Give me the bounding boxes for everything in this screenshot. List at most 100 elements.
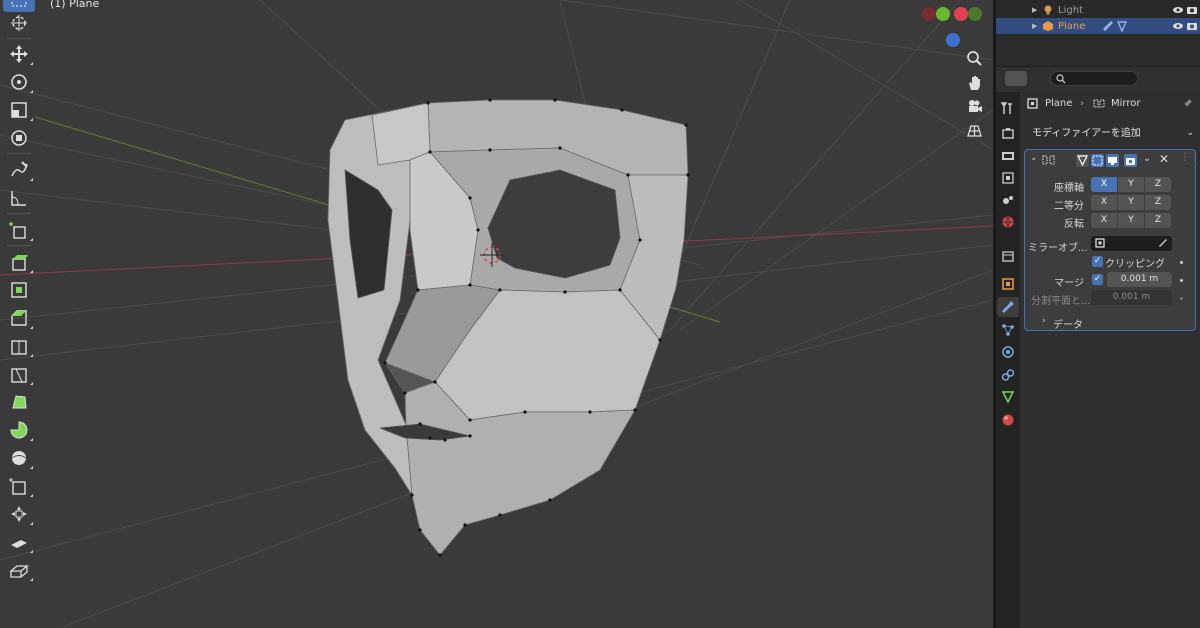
bisect-y-toggle[interactable]: Y [1118, 195, 1144, 210]
mask-mesh[interactable] [327, 98, 690, 557]
eye-icon[interactable] [1172, 20, 1184, 32]
keyframe-dot-icon[interactable] [1180, 297, 1183, 300]
pin-icon[interactable] [1182, 98, 1193, 109]
smooth-icon[interactable] [3, 445, 35, 471]
expand-icon[interactable]: ▶ [1032, 22, 1037, 30]
eyedropper-icon[interactable] [1158, 238, 1168, 248]
keyframe-dot-icon[interactable] [1180, 261, 1183, 264]
edge-slide-icon[interactable] [3, 473, 35, 499]
rip-icon[interactable] [3, 557, 35, 583]
object-info: (1) Plane [50, 0, 100, 10]
bevel-icon[interactable] [3, 305, 35, 331]
view-layer-icon[interactable] [997, 168, 1019, 188]
data-icon[interactable] [997, 387, 1019, 407]
axis-z-toggle[interactable]: Z [1145, 177, 1171, 192]
outliner-item-plane[interactable]: ▶ Plane [996, 18, 1200, 34]
transform-icon[interactable] [3, 125, 35, 151]
data-subpanel-label[interactable]: データ [1053, 316, 1083, 331]
render-camera-icon[interactable] [1186, 20, 1198, 32]
camera-icon[interactable] [962, 94, 986, 118]
outliner-item-label: Light [1058, 4, 1083, 16]
render-display-icon[interactable] [1124, 154, 1137, 167]
physics-icon[interactable] [997, 342, 1019, 362]
gizmo-x[interactable] [954, 7, 968, 21]
editor-type-button[interactable] [1005, 71, 1027, 86]
axis-x-toggle[interactable]: X [1091, 177, 1117, 192]
hand-pan-icon[interactable] [962, 70, 986, 94]
3d-viewport[interactable]: (1) Plane [0, 0, 993, 628]
measure-icon[interactable] [3, 185, 35, 211]
flip-label: 反転 [1064, 219, 1084, 230]
flip-y-toggle[interactable]: Y [1118, 213, 1144, 228]
properties-search-input[interactable] [1050, 71, 1138, 86]
collapse-chevron-icon[interactable]: ⌄ [1030, 153, 1038, 163]
cursor-icon[interactable] [3, 10, 35, 36]
modifier-icon[interactable] [997, 297, 1019, 317]
add-modifier-button[interactable]: モディファイアーを追加 ⌄ [1026, 125, 1196, 142]
merge-label: マージ [1054, 278, 1084, 289]
gizmo-neg-x[interactable] [922, 7, 936, 21]
edit-mode-icon[interactable] [1091, 154, 1104, 167]
gizmo-neg-y[interactable] [968, 7, 982, 21]
mirror-modifier-icon [1042, 155, 1055, 165]
bisect-distance-label: 分割平面と... [1031, 296, 1091, 307]
render-icon[interactable] [997, 124, 1019, 144]
loop-cut-icon[interactable] [3, 333, 35, 359]
drag-handle-icon[interactable]: ⋮⋮ [1180, 152, 1200, 163]
mesh-data-icon[interactable] [1116, 20, 1128, 32]
merge-checkbox[interactable]: ✓ [1092, 274, 1103, 285]
merge-distance-field[interactable]: 0.001 m [1107, 272, 1172, 287]
viewport-display-icon[interactable] [1106, 154, 1119, 167]
tool-icon[interactable] [997, 98, 1019, 118]
extrude-icon[interactable] [3, 249, 35, 275]
grid-ortho-icon[interactable] [962, 118, 986, 142]
bisect-z-toggle[interactable]: Z [1145, 195, 1171, 210]
add-modifier-label: モディファイアーを追加 [1032, 128, 1141, 139]
world-icon[interactable] [997, 212, 1019, 232]
axis-y-toggle[interactable]: Y [1118, 177, 1144, 192]
particles-icon[interactable] [997, 320, 1019, 340]
expand-chevron-icon[interactable]: › [1042, 316, 1046, 326]
output-icon[interactable] [997, 146, 1019, 166]
spin-icon[interactable] [3, 417, 35, 443]
material-icon[interactable] [997, 410, 1019, 430]
constraints-icon[interactable] [997, 365, 1019, 385]
clipping-label: クリッピング [1105, 259, 1165, 270]
scale-icon[interactable] [3, 97, 35, 123]
bisect-x-toggle[interactable]: X [1091, 195, 1117, 210]
object-icon[interactable] [997, 274, 1019, 294]
collection-icon[interactable] [997, 246, 1019, 266]
inset-icon[interactable] [3, 277, 35, 303]
shrink-fatten-icon[interactable] [3, 501, 35, 527]
viewport-scene[interactable] [0, 0, 993, 628]
edit-mode-cage-icon[interactable] [1076, 154, 1089, 167]
dropdown-chevron-icon[interactable]: ⌄ [1143, 153, 1151, 164]
keyframe-dot-icon[interactable] [1180, 279, 1183, 282]
mirror-object-field[interactable] [1091, 236, 1172, 251]
clipping-checkbox[interactable]: ✓ [1092, 256, 1103, 267]
outliner: ▶ Light ▶ Plane [996, 0, 1200, 36]
wrench-icon[interactable] [1102, 20, 1114, 32]
outliner-item-light[interactable]: ▶ Light [996, 2, 1200, 18]
gizmo-z[interactable] [946, 33, 960, 47]
bisect-distance-field[interactable]: 0.001 m [1091, 290, 1172, 305]
flip-x-toggle[interactable]: X [1091, 213, 1117, 228]
mirror-object-label: ミラーオブ... [1028, 243, 1088, 254]
close-icon[interactable]: ✕ [1159, 152, 1169, 166]
gizmo-y[interactable] [936, 7, 950, 21]
zoom-icon[interactable] [962, 46, 986, 70]
add-cube-icon[interactable] [3, 217, 35, 243]
move-icon[interactable] [3, 41, 35, 67]
eye-icon[interactable] [1172, 4, 1184, 16]
chevron-down-icon: ⌄ [1186, 128, 1194, 138]
expand-icon[interactable]: ▶ [1032, 6, 1037, 14]
annotate-icon[interactable] [3, 157, 35, 183]
mesh-icon [1043, 21, 1053, 31]
poly-build-icon[interactable] [3, 389, 35, 415]
rotate-icon[interactable] [3, 69, 35, 95]
flip-z-toggle[interactable]: Z [1145, 213, 1171, 228]
shear-icon[interactable] [3, 529, 35, 555]
render-camera-icon[interactable] [1186, 4, 1198, 16]
knife-icon[interactable] [3, 361, 35, 387]
scene-icon[interactable] [997, 190, 1019, 210]
